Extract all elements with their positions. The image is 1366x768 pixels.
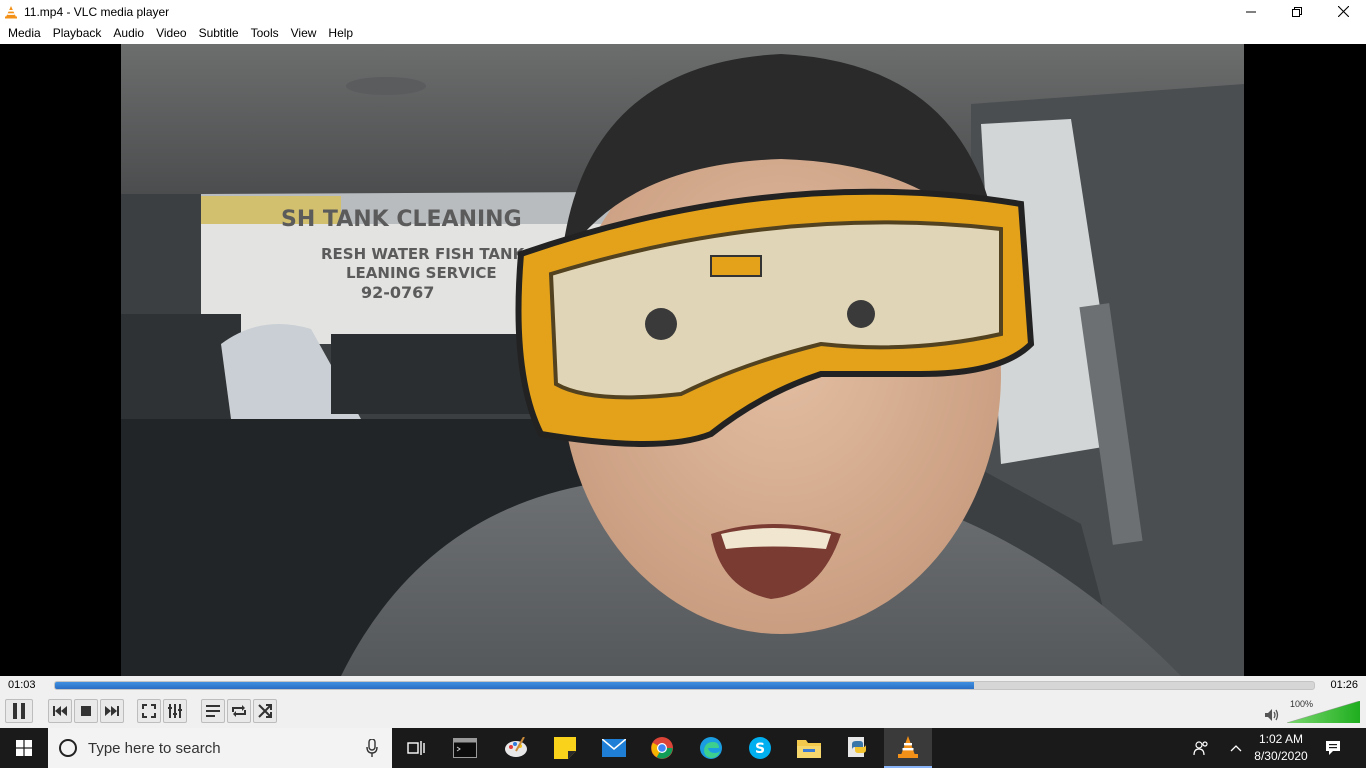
python-icon (848, 737, 866, 757)
taskbar-clock[interactable]: 1:02 AM 8/30/2020 (1248, 731, 1314, 765)
task-view-button[interactable] (392, 728, 440, 768)
task-view-icon (407, 741, 425, 755)
tray-show-hidden-button[interactable] (1226, 728, 1246, 768)
svg-text:S: S (755, 741, 765, 757)
menu-audio[interactable]: Audio (107, 23, 150, 44)
elapsed-time: 01:03 (8, 679, 36, 691)
notification-icon (1326, 741, 1340, 755)
microphone-icon[interactable] (366, 739, 378, 757)
close-icon (1337, 6, 1349, 17)
extended-settings-icon (168, 704, 182, 718)
menu-playback[interactable]: Playback (47, 23, 108, 44)
terminal-icon (453, 738, 477, 758)
tray-people-button[interactable] (1188, 728, 1214, 768)
menu-tools[interactable]: Tools (245, 23, 285, 44)
sign-text-1: SH TANK CLEANING (281, 207, 522, 232)
total-time: 01:26 (1330, 679, 1358, 691)
fullscreen-icon (142, 704, 156, 718)
sign-text-4: 92-0767 (361, 283, 434, 302)
clock-time: 1:02 AM (1258, 732, 1304, 746)
sticky-notes-icon (554, 737, 576, 759)
minimize-button[interactable] (1228, 0, 1274, 23)
playlist-button[interactable] (201, 699, 225, 723)
windows-logo-icon (16, 740, 32, 756)
menu-video[interactable]: Video (150, 23, 192, 44)
menu-media[interactable]: Media (2, 23, 47, 44)
pause-icon (13, 703, 25, 719)
chevron-up-icon (1230, 745, 1242, 752)
taskbar-app-edge[interactable] (687, 728, 735, 768)
vlc-cone-icon (5, 5, 17, 18)
vlc-icon (898, 736, 918, 758)
taskbar-app-chrome[interactable] (638, 728, 686, 768)
taskbar-app-terminal[interactable] (441, 728, 489, 768)
seek-row: 01:03 01:26 (0, 676, 1366, 696)
taskbar-app-vlc[interactable] (884, 728, 932, 768)
menu-view[interactable]: View (285, 23, 323, 44)
mail-icon (602, 739, 626, 757)
pause-button[interactable] (5, 699, 33, 723)
skype-icon: S (749, 737, 771, 759)
title-bar: 11.mp4 - VLC media player (0, 0, 1366, 23)
edge-icon (700, 737, 722, 759)
fullscreen-button[interactable] (137, 699, 161, 723)
action-center-button[interactable] (1318, 728, 1348, 768)
menu-bar: Media Playback Audio Video Subtitle Tool… (0, 23, 1366, 44)
previous-button[interactable] (48, 699, 72, 723)
taskbar-app-skype[interactable]: S (736, 728, 784, 768)
volume-slider[interactable] (1287, 701, 1360, 723)
chrome-icon (651, 737, 673, 759)
search-placeholder: Type here to search (88, 739, 221, 757)
paint-icon (505, 737, 527, 757)
taskbar-app-paint[interactable] (492, 728, 540, 768)
shuffle-icon (258, 704, 272, 718)
controls-row: 100% (0, 696, 1366, 728)
shuffle-button[interactable] (253, 699, 277, 723)
taskbar: Type here to search S 1:02 AM 8/30/2020 (0, 728, 1366, 768)
playlist-icon (206, 705, 220, 717)
taskbar-app-mail[interactable] (590, 728, 638, 768)
minimize-icon (1246, 11, 1256, 12)
video-frame-image: SH TANK CLEANING RESH WATER FISH TANK LE… (121, 44, 1244, 676)
seek-slider[interactable] (54, 681, 1315, 690)
taskbar-app-file-explorer[interactable] (785, 728, 833, 768)
taskbar-app-sticky-notes[interactable] (541, 728, 589, 768)
next-icon (105, 706, 119, 716)
window-title: 11.mp4 - VLC media player (24, 4, 170, 19)
close-button[interactable] (1320, 0, 1366, 23)
sign-text-2: RESH WATER FISH TANK (321, 245, 526, 263)
video-area[interactable]: SH TANK CLEANING RESH WATER FISH TANK LE… (0, 44, 1366, 676)
extended-settings-button[interactable] (163, 699, 187, 723)
clock-date: 8/30/2020 (1254, 749, 1308, 763)
video-frame: SH TANK CLEANING RESH WATER FISH TANK LE… (121, 44, 1244, 676)
start-button[interactable] (0, 728, 48, 768)
restore-icon (1292, 6, 1302, 17)
next-button[interactable] (100, 699, 124, 723)
menu-subtitle[interactable]: Subtitle (193, 23, 245, 44)
people-icon (1193, 741, 1208, 756)
seek-slider-fill (55, 682, 975, 689)
menu-help[interactable]: Help (322, 23, 359, 44)
taskbar-app-python[interactable] (834, 728, 882, 768)
cortana-icon (59, 739, 77, 757)
stop-icon (81, 706, 91, 716)
taskbar-search-box[interactable]: Type here to search (48, 728, 392, 768)
restore-button[interactable] (1274, 0, 1320, 23)
sign-text-3: LEANING SERVICE (346, 264, 497, 282)
volume-icon[interactable] (1265, 709, 1279, 721)
previous-icon (53, 706, 67, 716)
stop-button[interactable] (74, 699, 98, 723)
file-explorer-icon (797, 740, 821, 758)
loop-icon (232, 705, 246, 717)
loop-button[interactable] (227, 699, 251, 723)
